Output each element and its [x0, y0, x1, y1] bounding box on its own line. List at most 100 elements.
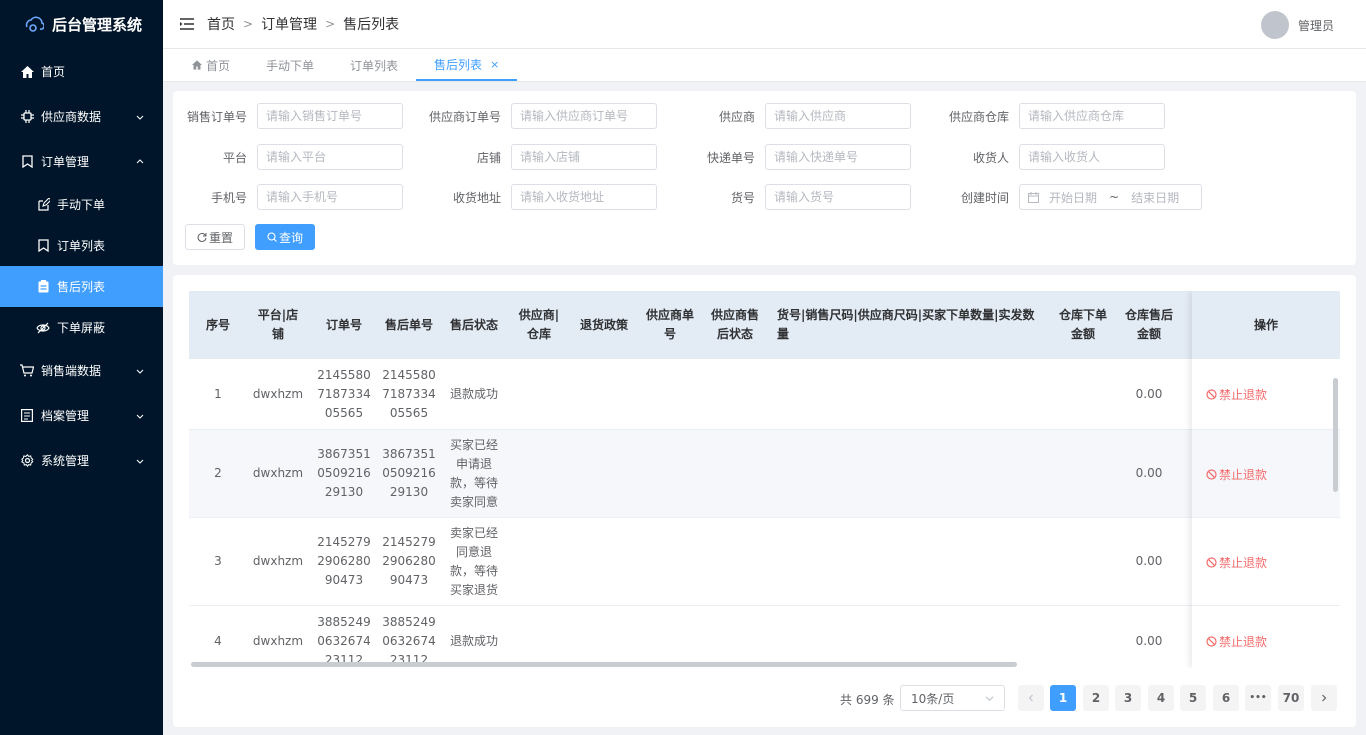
cell-amount: 0.00 — [1135, 554, 1163, 568]
page-button[interactable]: 3 — [1115, 685, 1141, 711]
table-row: 2 dwxhzm 3867351050921629130 38673510509… — [189, 430, 1340, 518]
tab-manual-order[interactable]: 手动下单 — [248, 49, 332, 81]
page-button[interactable]: 2 — [1083, 685, 1109, 711]
address-input[interactable] — [511, 184, 657, 210]
home-icon — [192, 60, 202, 70]
supplier-input[interactable] — [765, 103, 911, 129]
prev-page-button[interactable] — [1018, 685, 1044, 711]
column-header[interactable]: 订单号 — [316, 291, 372, 359]
column-header[interactable]: 货号|销售尺码|供应商尺码|买家下单数量|实发数量 — [777, 291, 1045, 359]
shop-input[interactable] — [511, 144, 657, 170]
date-end-placeholder[interactable]: 结束日期 — [1131, 189, 1179, 206]
cell-amount: 0.00 — [1135, 466, 1163, 480]
cell-index: 4 — [214, 633, 222, 648]
table-row: 1 dwxhzm 2145580718733405565 21455807187… — [189, 359, 1340, 430]
page-button[interactable]: 6 — [1213, 685, 1239, 711]
page-size-value: 10条/页 — [911, 691, 955, 706]
supplier-order-input[interactable] — [511, 103, 657, 129]
vertical-scrollbar[interactable] — [1333, 378, 1338, 492]
tab-order-list[interactable]: 订单列表 — [332, 49, 416, 81]
sidebar-item-supplier-data[interactable]: 供应商数据 — [0, 94, 163, 139]
forbid-refund-button[interactable]: 禁止退款 — [1192, 430, 1340, 518]
breadcrumb-order-management[interactable]: 订单管理 — [261, 14, 317, 34]
table-row: 4 dwxhzm 3885249063267423112 38852490632… — [189, 606, 1340, 668]
sidebar-item-order-management[interactable]: 订单管理 — [0, 139, 163, 184]
breadcrumb-home[interactable]: 首页 — [207, 14, 235, 34]
sidebar-item-home[interactable]: 首页 — [0, 49, 163, 94]
user-name[interactable]: 管理员 — [1298, 17, 1334, 34]
sidebar-item-system[interactable]: 系统管理 — [0, 438, 163, 483]
user-menu[interactable]: 管理员 — [1260, 11, 1334, 39]
page-button[interactable]: 4 — [1148, 685, 1174, 711]
menu-toggle-icon[interactable] — [180, 18, 194, 30]
column-header[interactable]: 仓库售后金额 — [1123, 291, 1175, 359]
after-sales-table: 序号 平台|店铺 订单号 售后单号 售后状态 供应商|仓库 退货政策 供应商单号… — [189, 291, 1340, 668]
sidebar-item-manual-order[interactable]: 手动下单 — [0, 184, 163, 225]
forbid-refund-button[interactable]: 禁止退款 — [1192, 518, 1340, 606]
avatar[interactable] — [1260, 11, 1289, 39]
filter-item-supplier-order: 供应商订单号 — [427, 103, 657, 129]
reset-button-label: 重置 — [208, 230, 233, 245]
cell-status: 退款成功 — [449, 386, 498, 401]
column-header[interactable]: 序号 — [199, 291, 237, 359]
chevron-down-icon — [985, 696, 994, 702]
column-header[interactable]: 供应商单号 — [644, 291, 696, 359]
cell-amount: 0.00 — [1135, 386, 1163, 401]
forbid-refund-button[interactable]: 禁止退款 — [1192, 606, 1340, 668]
gear-icon — [20, 454, 34, 468]
sidebar-item-sales-data[interactable]: 销售端数据 — [0, 348, 163, 393]
cell-shop: dwxhzm — [252, 633, 304, 648]
date-start-placeholder[interactable]: 开始日期 — [1049, 189, 1097, 206]
next-page-button[interactable] — [1311, 685, 1337, 711]
column-header[interactable]: 仓库下单金额 — [1057, 291, 1109, 359]
chevron-left-icon — [1028, 694, 1033, 702]
page-button[interactable]: 1 — [1050, 685, 1076, 711]
filter-label: 快递单号 — [706, 150, 755, 165]
horizontal-scrollbar[interactable] — [191, 662, 1017, 667]
forbid-refund-button[interactable]: 禁止退款 — [1192, 359, 1340, 430]
app-logo[interactable]: 后台管理系统 — [0, 0, 163, 49]
sidebar-item-order-list[interactable]: 订单列表 — [0, 225, 163, 266]
filter-row: 平台 店铺 快递单号 收货人 — [173, 144, 1356, 170]
phone-input[interactable] — [257, 184, 403, 210]
cell-amount: 0.00 — [1135, 633, 1163, 648]
close-icon[interactable]: × — [490, 58, 499, 71]
tag-tabs: 首页 手动下单 订单列表 售后列表 × — [163, 49, 1366, 82]
date-range-picker[interactable]: 开始日期 ~ 结束日期 — [1019, 184, 1202, 210]
clipboard-icon — [36, 280, 50, 294]
column-header[interactable]: 售后单号 — [383, 291, 435, 359]
column-header[interactable]: 售后状态 — [448, 291, 500, 359]
page-size-select[interactable]: 10条/页 — [900, 685, 1005, 711]
more-pages-button[interactable]: ••• — [1245, 685, 1271, 711]
sidebar-item-archive[interactable]: 档案管理 — [0, 393, 163, 438]
page-button[interactable]: 70 — [1278, 685, 1304, 711]
forbid-refund-label: 禁止退款 — [1219, 467, 1268, 482]
filter-label: 货号 — [730, 190, 755, 205]
filter-label: 平台 — [222, 150, 247, 165]
query-button[interactable]: 查询 — [255, 224, 315, 250]
calendar-icon — [1028, 191, 1039, 203]
receiver-input[interactable] — [1019, 144, 1165, 170]
column-header[interactable]: 平台|店铺 — [253, 291, 303, 359]
bookmark-icon — [20, 155, 34, 169]
sku-input[interactable] — [765, 184, 911, 210]
chevron-up-icon — [136, 158, 144, 163]
chevron-down-icon — [136, 115, 144, 120]
sidebar-item-order-block[interactable]: 下单屏蔽 — [0, 307, 163, 348]
sidebar-item-after-sales-list[interactable]: 售后列表 — [0, 266, 163, 307]
sales-order-input[interactable] — [257, 103, 403, 129]
sidebar-item-label: 下单屏蔽 — [57, 321, 106, 335]
filter-item-tracking: 快递单号 — [681, 144, 911, 170]
warehouse-input[interactable] — [1019, 103, 1165, 129]
reset-button[interactable]: 重置 — [185, 224, 245, 250]
page-button[interactable]: 5 — [1180, 685, 1206, 711]
column-header[interactable]: 供应商|仓库 — [514, 291, 564, 359]
filter-item-supplier: 供应商 — [681, 103, 911, 129]
column-header[interactable]: 供应商售后状态 — [709, 291, 761, 359]
column-header[interactable]: 退货政策 — [578, 291, 630, 359]
tracking-number-input[interactable] — [765, 144, 911, 170]
platform-input[interactable] — [257, 144, 403, 170]
cell-shop: dwxhzm — [252, 386, 304, 401]
tab-after-sales-list[interactable]: 售后列表 × — [416, 49, 518, 81]
tab-home[interactable]: 首页 — [174, 49, 248, 81]
